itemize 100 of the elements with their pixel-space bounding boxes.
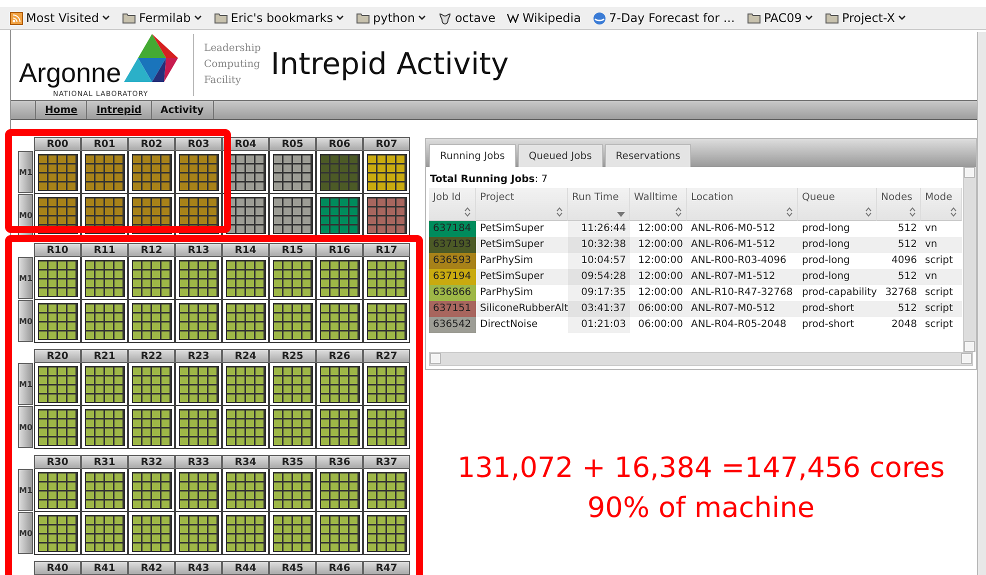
job-id-cell: 637193 xyxy=(429,237,476,253)
bookmark-link[interactable]: octave xyxy=(454,11,496,25)
midplane[interactable] xyxy=(178,472,218,508)
midplane[interactable] xyxy=(226,366,266,402)
midplane[interactable] xyxy=(320,196,360,234)
midplane[interactable] xyxy=(38,154,78,190)
bookmark-link[interactable]: 7-Day Forecast for ... xyxy=(608,11,735,25)
nav-link[interactable]: Home xyxy=(35,101,86,119)
midplane[interactable] xyxy=(132,408,172,446)
nav-link[interactable]: Activity xyxy=(150,101,214,119)
bookmark-link[interactable]: Eric's bookmarks xyxy=(230,11,333,25)
midplane[interactable] xyxy=(366,514,406,552)
midplane[interactable] xyxy=(38,514,78,552)
sort-icon xyxy=(675,207,682,217)
midplane[interactable] xyxy=(84,154,124,190)
table-cell: 09:54:28 xyxy=(568,269,630,285)
tab[interactable]: Running Jobs xyxy=(429,144,516,167)
midplane[interactable] xyxy=(272,514,312,552)
tab[interactable]: Queued Jobs xyxy=(518,144,603,167)
sort-icon xyxy=(950,207,957,217)
midplane[interactable] xyxy=(178,514,218,552)
midplane[interactable] xyxy=(366,196,406,234)
rack-header: R23 xyxy=(175,349,222,363)
caret-icon xyxy=(336,15,344,21)
nav-link[interactable]: Intrepid xyxy=(86,101,151,119)
midplane[interactable] xyxy=(226,514,266,552)
midplane[interactable] xyxy=(226,472,266,508)
column-header[interactable]: Location xyxy=(687,188,798,221)
column-header[interactable]: Run Time xyxy=(568,188,630,221)
tab[interactable]: Reservations xyxy=(604,144,692,167)
column-header[interactable]: Nodes xyxy=(877,188,921,221)
midplane[interactable] xyxy=(38,472,78,508)
midplane[interactable] xyxy=(178,154,218,190)
midplane[interactable] xyxy=(320,514,360,552)
midplane[interactable] xyxy=(84,366,124,402)
column-header[interactable]: Mode xyxy=(921,188,962,221)
midplane[interactable] xyxy=(226,260,266,296)
midplane[interactable] xyxy=(366,408,406,446)
bookmark-link[interactable]: Fermilab xyxy=(139,11,191,25)
midplane[interactable] xyxy=(84,302,124,340)
midplane[interactable] xyxy=(226,302,266,340)
midplane[interactable] xyxy=(272,472,312,508)
midplane[interactable] xyxy=(272,260,312,296)
midplane[interactable] xyxy=(84,514,124,552)
folder-icon xyxy=(356,12,370,24)
rack-header: R12 xyxy=(128,243,175,257)
midplane[interactable] xyxy=(320,472,360,508)
bookmark-link[interactable]: Most Visited xyxy=(26,11,100,25)
page-title: Intrepid Activity xyxy=(270,47,509,82)
midplane[interactable] xyxy=(38,366,78,402)
midplane[interactable] xyxy=(320,154,360,190)
midplane[interactable] xyxy=(38,260,78,296)
midplane[interactable] xyxy=(132,472,172,508)
bookmark-link[interactable]: python xyxy=(372,11,415,25)
midplane[interactable] xyxy=(178,408,218,446)
caret-icon xyxy=(102,15,110,21)
rack-header: R27 xyxy=(363,349,410,363)
rack-header: R26 xyxy=(316,349,363,363)
sort-descending-icon xyxy=(617,212,625,217)
midplane[interactable] xyxy=(320,260,360,296)
bookmark-link[interactable]: Project-X xyxy=(842,11,895,25)
midplane[interactable] xyxy=(132,514,172,552)
midplane[interactable] xyxy=(178,302,218,340)
midplane[interactable] xyxy=(132,154,172,190)
table-cell: prod-long xyxy=(798,269,877,285)
midplane[interactable] xyxy=(272,408,312,446)
rack-header: R32 xyxy=(128,455,175,469)
bookmark-link[interactable]: Wikipedia xyxy=(522,11,581,25)
midplane[interactable] xyxy=(272,302,312,340)
midplane[interactable] xyxy=(272,366,312,402)
midplane[interactable] xyxy=(38,408,78,446)
midplane[interactable] xyxy=(320,302,360,340)
midplane[interactable] xyxy=(84,472,124,508)
column-header[interactable]: Walltime xyxy=(630,188,687,221)
midplane[interactable] xyxy=(320,408,360,446)
midplane[interactable] xyxy=(178,366,218,402)
midplane[interactable] xyxy=(132,302,172,340)
column-header[interactable]: Queue xyxy=(798,188,877,221)
midplane[interactable] xyxy=(320,366,360,402)
midplane[interactable] xyxy=(84,260,124,296)
rack-header: R03 xyxy=(175,137,222,151)
midplane[interactable] xyxy=(272,196,312,234)
midplane[interactable] xyxy=(366,472,406,508)
midplane[interactable] xyxy=(132,260,172,296)
midplane[interactable] xyxy=(272,154,312,190)
midplane[interactable] xyxy=(132,366,172,402)
midplane[interactable] xyxy=(366,366,406,402)
midplane[interactable] xyxy=(38,302,78,340)
midplane[interactable] xyxy=(84,408,124,446)
midplane[interactable] xyxy=(178,260,218,296)
midplane[interactable] xyxy=(366,302,406,340)
table-cell: vn xyxy=(921,269,962,285)
table-cell: 01:21:03 xyxy=(568,317,630,333)
bookmark-link[interactable]: PAC09 xyxy=(764,11,802,25)
midplane[interactable] xyxy=(366,154,406,190)
midplane[interactable] xyxy=(366,260,406,296)
midplane[interactable] xyxy=(226,408,266,446)
column-header[interactable]: Job Id xyxy=(429,188,476,221)
rack-header: R02 xyxy=(128,137,175,151)
column-header[interactable]: Project xyxy=(476,188,568,221)
